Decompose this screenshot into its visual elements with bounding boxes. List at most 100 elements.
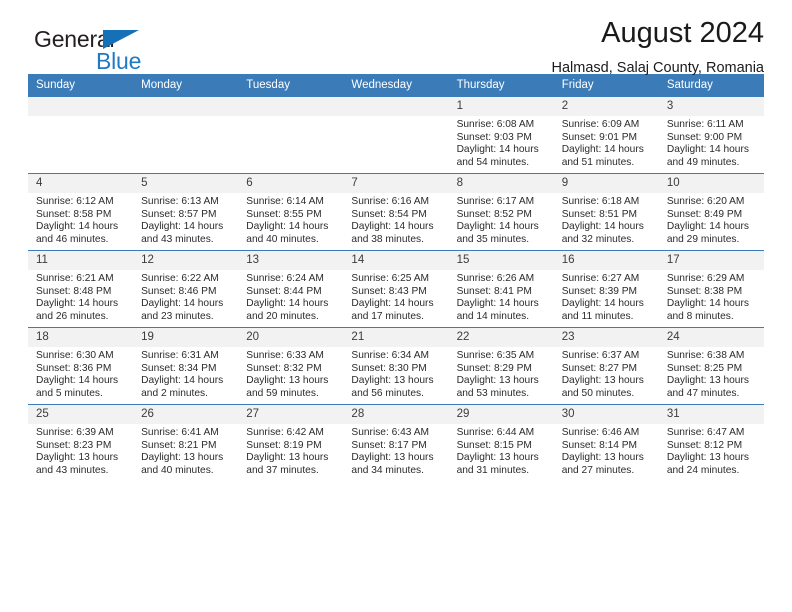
sunrise-text: Sunrise: 6:43 AM: [351, 427, 430, 438]
day-number: 31: [658, 405, 764, 424]
day-cell[interactable]: 18 Sunrise: 6:30 AM Sunset: 8:36 PM Dayligh…: [28, 328, 134, 404]
day-cell[interactable]: 15 Sunrise: 6:26 AM Sunset: 8:41 PM Dayligh…: [448, 251, 554, 327]
day-cell[interactable]: 25 Sunrise: 6:39 AM Sunset: 8:23 PM Dayligh…: [28, 405, 134, 481]
day-cell[interactable]: 11 Sunrise: 6:21 AM Sunset: 8:48 PM Dayligh…: [28, 251, 134, 327]
sunrise-text: Sunrise: 6:29 AM: [666, 273, 745, 284]
day-number: 27: [238, 405, 344, 424]
daylight-text: Daylight: 13 hours and 47 minutes.: [666, 375, 749, 399]
day-number: 10: [658, 174, 764, 193]
sunrise-text: Sunrise: 6:47 AM: [666, 427, 745, 438]
day-number: 26: [133, 405, 239, 424]
calendar-day-cell: [343, 96, 449, 174]
sunrise-text: Sunrise: 6:24 AM: [246, 273, 324, 284]
day-cell[interactable]: 3 Sunrise: 6:11 AM Sunset: 9:00 PM Daylight…: [658, 97, 764, 173]
day-details: Sunrise: 6:18 AM Sunset: 8:51 PM Daylight:…: [554, 193, 659, 246]
sunrise-text: Sunrise: 6:16 AM: [351, 196, 430, 207]
weekday-header-wednesday: Wednesday: [343, 74, 449, 97]
day-cell[interactable]: 12 Sunrise: 6:22 AM Sunset: 8:46 PM Dayligh…: [133, 251, 239, 327]
calendar-body: 1 Sunrise: 6:08 AM Sunset: 9:03 PM Daylight…: [28, 96, 764, 481]
day-cell[interactable]: 5 Sunrise: 6:13 AM Sunset: 8:57 PM Daylight…: [133, 174, 239, 250]
sunrise-text: Sunrise: 6:13 AM: [141, 196, 219, 207]
day-cell[interactable]: 2 Sunrise: 6:09 AM Sunset: 9:01 PM Daylight…: [553, 97, 659, 173]
day-number: 3: [658, 97, 764, 116]
calendar-day-cell: 18 Sunrise: 6:30 AM Sunset: 8:36 PM Dayligh…: [28, 327, 134, 405]
day-cell[interactable]: 26 Sunrise: 6:41 AM Sunset: 8:21 PM Dayligh…: [133, 405, 239, 481]
sunrise-text: Sunrise: 6:14 AM: [246, 196, 324, 207]
day-details: Sunrise: 6:44 AM Sunset: 8:15 PM Daylight:…: [449, 424, 554, 477]
calendar-week-row: 4 Sunrise: 6:12 AM Sunset: 8:58 PM Daylight…: [28, 173, 764, 251]
calendar-day-cell: 15 Sunrise: 6:26 AM Sunset: 8:41 PM Dayligh…: [448, 250, 554, 328]
day-cell[interactable]: 23 Sunrise: 6:37 AM Sunset: 8:27 PM Dayligh…: [553, 328, 659, 404]
day-number: 20: [238, 328, 344, 347]
day-cell[interactable]: 1 Sunrise: 6:08 AM Sunset: 9:03 PM Daylight…: [448, 97, 554, 173]
sunrise-text: Sunrise: 6:39 AM: [36, 427, 114, 438]
day-cell[interactable]: 28 Sunrise: 6:43 AM Sunset: 8:17 PM Dayligh…: [343, 405, 449, 481]
day-details: Sunrise: 6:31 AM Sunset: 8:34 PM Daylight:…: [133, 347, 238, 400]
day-cell[interactable]: 4 Sunrise: 6:12 AM Sunset: 8:58 PM Daylight…: [28, 174, 134, 250]
day-details: Sunrise: 6:41 AM Sunset: 8:21 PM Daylight:…: [133, 424, 238, 477]
day-cell[interactable]: 8 Sunrise: 6:17 AM Sunset: 8:52 PM Daylight…: [448, 174, 554, 250]
day-cell[interactable]: 22 Sunrise: 6:35 AM Sunset: 8:29 PM Dayligh…: [448, 328, 554, 404]
day-number: 17: [658, 251, 764, 270]
calendar-day-cell: 9 Sunrise: 6:18 AM Sunset: 8:51 PM Daylight…: [553, 173, 659, 251]
day-details: Sunrise: 6:38 AM Sunset: 8:25 PM Daylight:…: [659, 347, 764, 400]
page-header: General Blue August 2024 Halmasd, Salaj …: [28, 0, 765, 76]
sunrise-text: Sunrise: 6:27 AM: [561, 273, 640, 284]
day-number: 2: [553, 97, 659, 116]
day-cell[interactable]: 29 Sunrise: 6:44 AM Sunset: 8:15 PM Dayligh…: [448, 405, 554, 481]
day-details: Sunrise: 6:13 AM Sunset: 8:57 PM Daylight:…: [133, 193, 238, 246]
calendar-day-cell: 16 Sunrise: 6:27 AM Sunset: 8:39 PM Dayligh…: [553, 250, 659, 328]
day-number: 23: [553, 328, 659, 347]
day-cell[interactable]: 24 Sunrise: 6:38 AM Sunset: 8:25 PM Dayligh…: [658, 328, 764, 404]
day-cell[interactable]: 27 Sunrise: 6:42 AM Sunset: 8:19 PM Dayligh…: [238, 405, 344, 481]
calendar-day-cell: 22 Sunrise: 6:35 AM Sunset: 8:29 PM Dayligh…: [448, 327, 554, 405]
calendar-day-cell: [28, 96, 134, 174]
day-cell[interactable]: 20 Sunrise: 6:33 AM Sunset: 8:32 PM Dayligh…: [238, 328, 344, 404]
daylight-text: Daylight: 13 hours and 50 minutes.: [561, 375, 644, 399]
calendar-page: General Blue August 2024 Halmasd, Salaj …: [0, 0, 792, 612]
day-number: 11: [28, 251, 134, 270]
daylight-text: Daylight: 14 hours and 8 minutes.: [666, 298, 749, 322]
day-cell[interactable]: 19 Sunrise: 6:31 AM Sunset: 8:34 PM Dayligh…: [133, 328, 239, 404]
day-cell[interactable]: 31 Sunrise: 6:47 AM Sunset: 8:12 PM Dayligh…: [658, 405, 764, 481]
day-cell[interactable]: 13 Sunrise: 6:24 AM Sunset: 8:44 PM Dayligh…: [238, 251, 344, 327]
day-details: Sunrise: 6:34 AM Sunset: 8:30 PM Daylight:…: [343, 347, 448, 400]
daylight-text: Daylight: 13 hours and 53 minutes.: [456, 375, 539, 399]
sunset-text: Sunset: 9:00 PM: [666, 131, 743, 143]
day-cell[interactable]: 6 Sunrise: 6:14 AM Sunset: 8:55 PM Daylight…: [238, 174, 344, 250]
calendar-day-cell: 17 Sunrise: 6:29 AM Sunset: 8:38 PM Dayligh…: [658, 250, 764, 328]
day-number: 14: [343, 251, 449, 270]
day-details: Sunrise: 6:27 AM Sunset: 8:39 PM Daylight:…: [554, 270, 659, 323]
calendar-day-cell: 27 Sunrise: 6:42 AM Sunset: 8:19 PM Dayligh…: [238, 404, 344, 481]
sunset-text: Sunset: 8:46 PM: [141, 285, 217, 297]
weekday-header-sunday: Sunday: [28, 74, 134, 97]
calendar-day-cell: 4 Sunrise: 6:12 AM Sunset: 8:58 PM Daylight…: [28, 173, 134, 251]
sunrise-text: Sunrise: 6:33 AM: [246, 350, 324, 361]
day-cell[interactable]: 17 Sunrise: 6:29 AM Sunset: 8:38 PM Dayligh…: [658, 251, 764, 327]
day-cell[interactable]: 7 Sunrise: 6:16 AM Sunset: 8:54 PM Daylight…: [343, 174, 449, 250]
day-cell[interactable]: 21 Sunrise: 6:34 AM Sunset: 8:30 PM Dayligh…: [343, 328, 449, 404]
sunrise-text: Sunrise: 6:12 AM: [36, 196, 114, 207]
calendar-day-cell: 25 Sunrise: 6:39 AM Sunset: 8:23 PM Dayligh…: [28, 404, 134, 481]
sunset-text: Sunset: 8:49 PM: [666, 208, 743, 220]
day-details: Sunrise: 6:08 AM Sunset: 9:03 PM Daylight:…: [449, 116, 554, 169]
calendar-day-cell: 14 Sunrise: 6:25 AM Sunset: 8:43 PM Dayligh…: [343, 250, 449, 328]
day-cell[interactable]: 16 Sunrise: 6:27 AM Sunset: 8:39 PM Dayligh…: [553, 251, 659, 327]
daylight-text: Daylight: 13 hours and 40 minutes.: [141, 452, 224, 476]
weekday-header-tuesday: Tuesday: [238, 74, 344, 97]
day-number: [343, 97, 449, 116]
day-cell[interactable]: 10 Sunrise: 6:20 AM Sunset: 8:49 PM Dayligh…: [658, 174, 764, 250]
day-number: 16: [553, 251, 659, 270]
day-cell[interactable]: 30 Sunrise: 6:46 AM Sunset: 8:14 PM Dayligh…: [553, 405, 659, 481]
daylight-text: Daylight: 13 hours and 56 minutes.: [351, 375, 434, 399]
calendar-week-row: 25 Sunrise: 6:39 AM Sunset: 8:23 PM Dayligh…: [28, 404, 764, 481]
sunset-text: Sunset: 8:32 PM: [246, 362, 322, 374]
brand-logo[interactable]: General Blue: [34, 28, 214, 76]
daylight-text: Daylight: 14 hours and 49 minutes.: [666, 144, 749, 168]
day-number: 9: [553, 174, 659, 193]
title-block: August 2024 Halmasd, Salaj County, Roman…: [552, 17, 765, 76]
day-cell[interactable]: 9 Sunrise: 6:18 AM Sunset: 8:51 PM Daylight…: [553, 174, 659, 250]
sunset-text: Sunset: 9:01 PM: [561, 131, 638, 143]
day-cell[interactable]: 14 Sunrise: 6:25 AM Sunset: 8:43 PM Dayligh…: [343, 251, 449, 327]
sunset-text: Sunset: 8:17 PM: [351, 439, 427, 451]
